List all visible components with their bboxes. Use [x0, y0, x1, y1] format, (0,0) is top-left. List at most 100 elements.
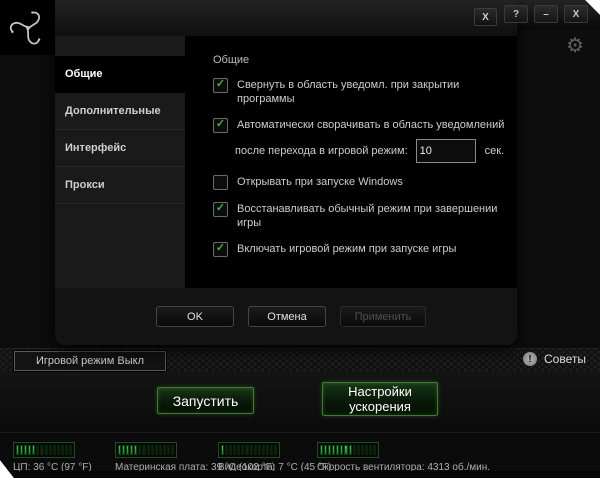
meter-segment	[254, 445, 257, 455]
meter-segment	[53, 445, 56, 455]
check-icon: ✓	[216, 203, 225, 214]
check-icon: ✓	[216, 119, 225, 130]
meter-segment	[266, 445, 269, 455]
meter-segment	[237, 445, 240, 455]
meter-segment	[126, 445, 129, 455]
checkbox-label: Включать игровой режим при запуске игры	[237, 242, 456, 256]
tips-label: Советы	[544, 352, 586, 366]
meter-segment	[221, 445, 224, 455]
meter-segment	[49, 445, 52, 455]
meter-segment	[241, 445, 244, 455]
boost-settings-button[interactable]: Настройки ускорения	[322, 382, 438, 416]
checkbox-checked[interactable]: ✓	[213, 242, 228, 257]
section-header: Общие	[213, 54, 517, 66]
checkbox-row: ✓ Включать игровой режим при запуске игры	[213, 242, 517, 257]
check-icon: ✓	[216, 79, 225, 90]
meter-segment	[270, 445, 273, 455]
checkbox-checked[interactable]: ✓	[213, 78, 228, 93]
meter-segment	[20, 445, 23, 455]
minimize-button[interactable]: –	[534, 5, 558, 23]
meter-segment	[171, 445, 174, 455]
tab-общие[interactable]: Общие	[55, 56, 185, 93]
checkbox-label: Автоматически сворачивать в область увед…	[237, 118, 504, 132]
meter-segment	[262, 445, 265, 455]
meter-segment	[147, 445, 150, 455]
checkbox-row: Открывать при запуске Windows	[213, 175, 517, 190]
meter-segment	[336, 445, 339, 455]
settings-gear-icon[interactable]: ⚙	[566, 36, 584, 56]
meter-segment	[40, 445, 43, 455]
interval-seconds-input[interactable]	[416, 139, 476, 163]
interval-row: после перехода в игровой режим:сек.	[235, 139, 517, 163]
meter-segment	[163, 445, 166, 455]
meter-segment	[369, 445, 372, 455]
checkbox-row: ✓ Автоматически сворачивать в область уве…	[213, 118, 517, 133]
dialog-footer: OK Отмена Применить	[55, 288, 517, 345]
meter-segment	[340, 445, 343, 455]
tab-интерфейс[interactable]: Интерфейс	[55, 130, 185, 167]
close-button[interactable]: X	[564, 5, 588, 23]
meter-segment	[159, 445, 162, 455]
meter-segment	[151, 445, 154, 455]
meter-segment	[328, 445, 331, 455]
meter-segment	[130, 445, 133, 455]
meter-segment	[69, 445, 72, 455]
checkbox-label: Свернуть в область уведомл. при закрытии…	[237, 78, 459, 106]
meter-segment	[45, 445, 48, 455]
meter-segment	[365, 445, 368, 455]
tab-дополнительные[interactable]: Дополнительные	[55, 93, 185, 130]
meter-segment	[142, 445, 145, 455]
checkbox-label: Восстанавливать обычный режим при заверш…	[237, 202, 517, 230]
meter-gauge	[317, 442, 379, 458]
game-mode-badge[interactable]: Игровой режим Выкл	[14, 351, 166, 371]
meter-segment	[155, 445, 158, 455]
status-strip: Игровой режим Выкл ! Советы	[0, 348, 600, 374]
settings-dialog: X ОбщиеДополнительныеИнтерфейсПрокси Общ…	[55, 0, 517, 345]
meter-segment	[250, 445, 253, 455]
ok-button[interactable]: OK	[156, 306, 234, 327]
meter-segment	[167, 445, 170, 455]
checkbox-unchecked[interactable]	[213, 175, 228, 190]
window-controls: ? – X	[504, 5, 588, 23]
tab-прокси[interactable]: Прокси	[55, 167, 185, 204]
meter-segment	[245, 445, 248, 455]
checkbox-checked[interactable]: ✓	[213, 202, 228, 217]
meter-segment	[353, 445, 356, 455]
desktop: ? – X ⚙ X ОбщиеДополнительныеИнтерфейсПр…	[0, 0, 600, 478]
app-window: ? – X ⚙ X ОбщиеДополнительныеИнтерфейсПр…	[0, 0, 600, 478]
dialog-content: Общие ✓ Свернуть в область уведомл. при з…	[185, 36, 517, 288]
hardware-statusbar: ЦП: 36 °C (97 °F)Материнская плата: 39 °…	[0, 432, 600, 472]
meter-segment	[357, 445, 360, 455]
meter-segment	[274, 445, 277, 455]
help-button[interactable]: ?	[504, 5, 528, 23]
dialog-tab-list: ОбщиеДополнительныеИнтерфейсПрокси	[55, 36, 185, 288]
meter-segment	[361, 445, 364, 455]
cancel-button[interactable]: Отмена	[248, 306, 326, 327]
interval-prefix: после перехода в игровой режим:	[235, 145, 408, 157]
tips-alert-icon: !	[523, 352, 537, 366]
action-band: Запустить Настройки ускорения	[0, 372, 600, 432]
check-icon: ✓	[216, 243, 225, 254]
meter-segment	[61, 445, 64, 455]
meter-segment	[258, 445, 261, 455]
checkbox-label: Открывать при запуске Windows	[237, 175, 403, 189]
meter-segment	[324, 445, 327, 455]
tips-link[interactable]: ! Советы	[523, 352, 586, 366]
checkbox-row: ✓ Восстанавливать обычный режим при завер…	[213, 202, 517, 230]
apply-button[interactable]: Применить	[340, 306, 426, 327]
launch-button[interactable]: Запустить	[157, 387, 254, 414]
checkbox-checked[interactable]: ✓	[213, 118, 228, 133]
meter-segment	[225, 445, 228, 455]
meter-segment	[233, 445, 236, 455]
meter-segment	[122, 445, 125, 455]
meter-segment	[229, 445, 232, 455]
razer-logo	[0, 0, 55, 55]
dialog-titlebar	[55, 0, 517, 36]
checkbox-row: ✓ Свернуть в область уведомл. при закрыти…	[213, 78, 517, 106]
meter-segment	[28, 445, 31, 455]
meter-segment	[118, 445, 121, 455]
dialog-close-button[interactable]: X	[474, 8, 497, 26]
meter-segment	[57, 445, 60, 455]
meter-gauge	[115, 442, 177, 458]
meter-segment	[138, 445, 141, 455]
